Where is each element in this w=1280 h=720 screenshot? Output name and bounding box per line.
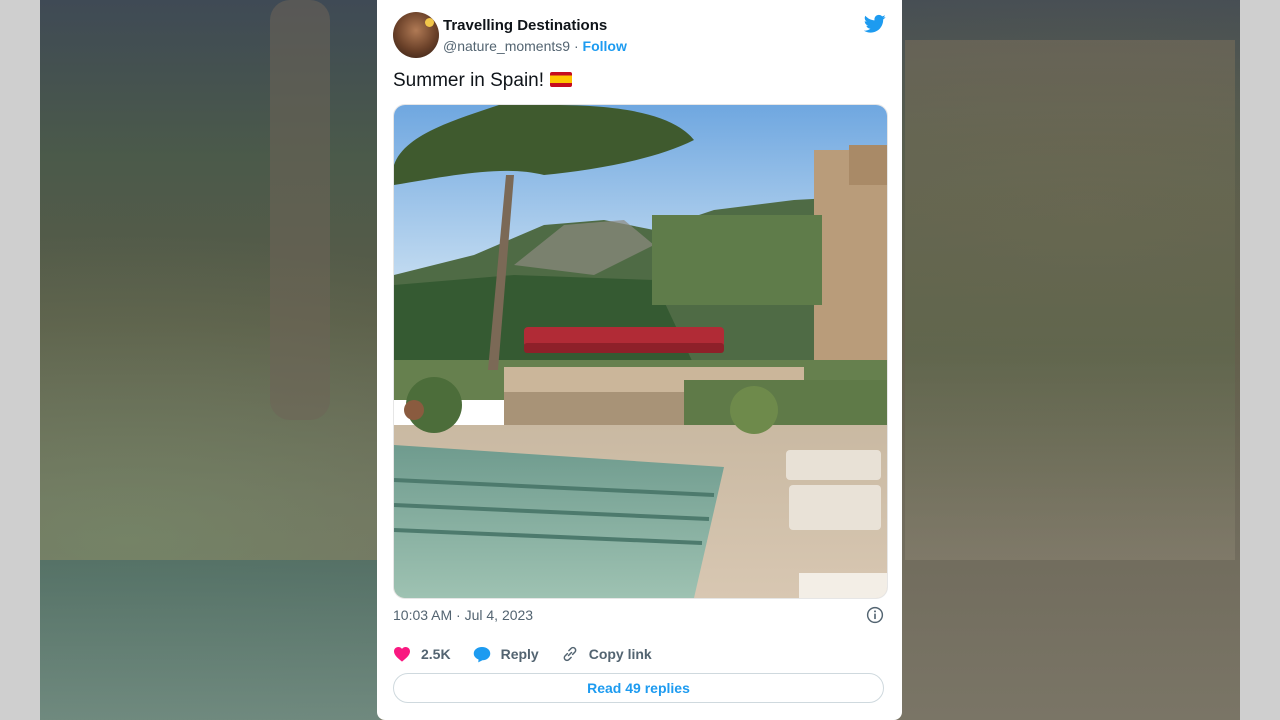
like-count: 2.5K	[421, 646, 451, 662]
reply-button[interactable]: Reply	[473, 646, 539, 663]
heart-icon	[394, 646, 410, 662]
avatar-flower	[425, 18, 434, 27]
tweet-timestamp[interactable]: 10:03 AM · Jul 4, 2023	[393, 607, 533, 623]
villa-pool-photo	[394, 105, 887, 598]
copy-link-button[interactable]: Copy link	[561, 645, 652, 663]
author-handle[interactable]: @nature_moments9	[443, 38, 570, 54]
link-icon	[563, 646, 577, 662]
read-replies-button[interactable]: Read 49 replies	[393, 673, 884, 703]
reply-label: Reply	[500, 646, 539, 662]
tweet-image[interactable]	[393, 104, 888, 599]
tweet-text: Summer in Spain!	[393, 70, 545, 91]
tweet-card: Travelling Destinations @nature_moments9…	[377, 0, 902, 720]
follow-button[interactable]: Follow	[583, 38, 627, 54]
copy-link-label: Copy link	[588, 646, 652, 662]
left-edge-bar	[0, 0, 40, 720]
tweet-actions: 2.5K Reply Copy link	[393, 644, 674, 664]
author-name[interactable]: Travelling Destinations	[443, 17, 607, 34]
spain-flag-icon	[550, 72, 573, 87]
tweet-text-row: Summer in Spain!	[393, 70, 573, 92]
background-pool-blur	[40, 560, 380, 720]
background-villa-blur	[905, 40, 1235, 560]
twitter-bird-icon[interactable]	[864, 14, 886, 34]
background-tree-blur	[270, 0, 330, 420]
like-button[interactable]: 2.5K	[393, 646, 451, 662]
handle-row: @nature_moments9 · Follow	[443, 38, 627, 54]
avatar[interactable]	[393, 12, 439, 58]
info-icon[interactable]	[866, 606, 884, 624]
right-edge-bar	[1240, 0, 1280, 720]
speech-bubble-icon	[473, 646, 490, 662]
handle-separator: ·	[570, 38, 583, 54]
